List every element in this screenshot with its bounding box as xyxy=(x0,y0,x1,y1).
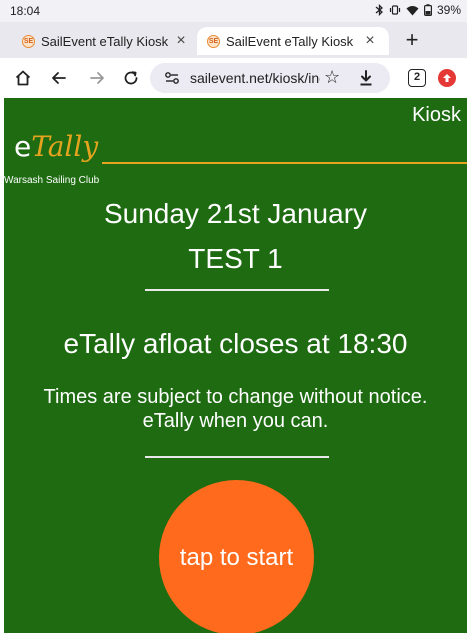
browser-menu-button[interactable] xyxy=(438,69,456,87)
home-button[interactable] xyxy=(10,65,36,91)
logo-tally: Tally xyxy=(31,130,99,163)
tab-title: SailEvent eTally Kiosk xyxy=(41,33,169,49)
bluetooth-icon xyxy=(375,4,384,16)
kiosk-page: eTally Kiosk Warsash Sailing Club Sunday… xyxy=(4,98,467,633)
new-tab-button[interactable]: + xyxy=(397,25,427,55)
close-tab-icon[interactable]: × xyxy=(170,32,192,50)
tab-switcher-button[interactable]: 2 xyxy=(408,69,426,87)
vibrate-icon xyxy=(389,4,401,16)
back-arrow-icon xyxy=(52,72,66,84)
divider xyxy=(145,289,329,291)
wifi-icon xyxy=(406,5,419,16)
site-settings-icon[interactable] xyxy=(164,70,180,86)
tap-to-start-button[interactable]: tap to start xyxy=(159,480,314,633)
tab-strip: SE SailEvent eTally Kiosk × SE SailEvent… xyxy=(0,22,467,58)
logo-underline xyxy=(102,162,467,164)
address-bar: sailevent.net/kiosk/inc ☆ 2 xyxy=(0,58,467,98)
home-icon xyxy=(15,70,31,86)
logo-e: e xyxy=(14,130,32,163)
status-bar: 18:04 39% xyxy=(0,0,467,22)
reload-button[interactable] xyxy=(118,65,144,91)
forward-button[interactable] xyxy=(84,65,110,91)
notice-line-2: eTally when you can. xyxy=(142,410,329,432)
bookmark-star-icon[interactable]: ☆ xyxy=(324,67,340,88)
update-arrow-icon xyxy=(443,74,451,82)
battery-percent: 39% xyxy=(436,3,461,17)
kiosk-label: Kiosk xyxy=(412,104,461,126)
url-bar[interactable]: sailevent.net/kiosk/inc ☆ xyxy=(150,63,390,93)
tab-title: SailEvent eTally Kiosk xyxy=(226,33,354,49)
event-name: TEST 1 xyxy=(188,243,283,274)
back-button[interactable] xyxy=(46,65,72,91)
battery-icon xyxy=(423,4,432,16)
divider xyxy=(145,456,329,458)
closing-time-text: eTally afloat closes at 18:30 xyxy=(63,328,408,359)
club-name: Warsash Sailing Club xyxy=(4,175,100,186)
event-date: Sunday 21st January xyxy=(103,198,368,229)
tab-active[interactable]: SE SailEvent eTally Kiosk × xyxy=(197,27,389,55)
sailevent-favicon-icon: SE xyxy=(22,34,35,48)
sailevent-favicon-icon: SE xyxy=(207,34,220,48)
tab-inactive[interactable]: SE SailEvent eTally Kiosk × xyxy=(0,27,200,55)
download-icon[interactable] xyxy=(358,69,374,87)
status-time: 18:04 xyxy=(10,4,41,18)
close-tab-icon[interactable]: × xyxy=(359,32,381,50)
notice-line-1: Times are subject to change without noti… xyxy=(43,386,428,408)
status-icons: 39% xyxy=(375,3,461,17)
etally-logo: eTally xyxy=(14,133,98,161)
reload-icon xyxy=(124,71,138,85)
notice-text: Times are subject to change without noti… xyxy=(4,385,467,433)
forward-arrow-icon xyxy=(90,72,104,84)
url-text[interactable]: sailevent.net/kiosk/inc xyxy=(190,70,320,86)
